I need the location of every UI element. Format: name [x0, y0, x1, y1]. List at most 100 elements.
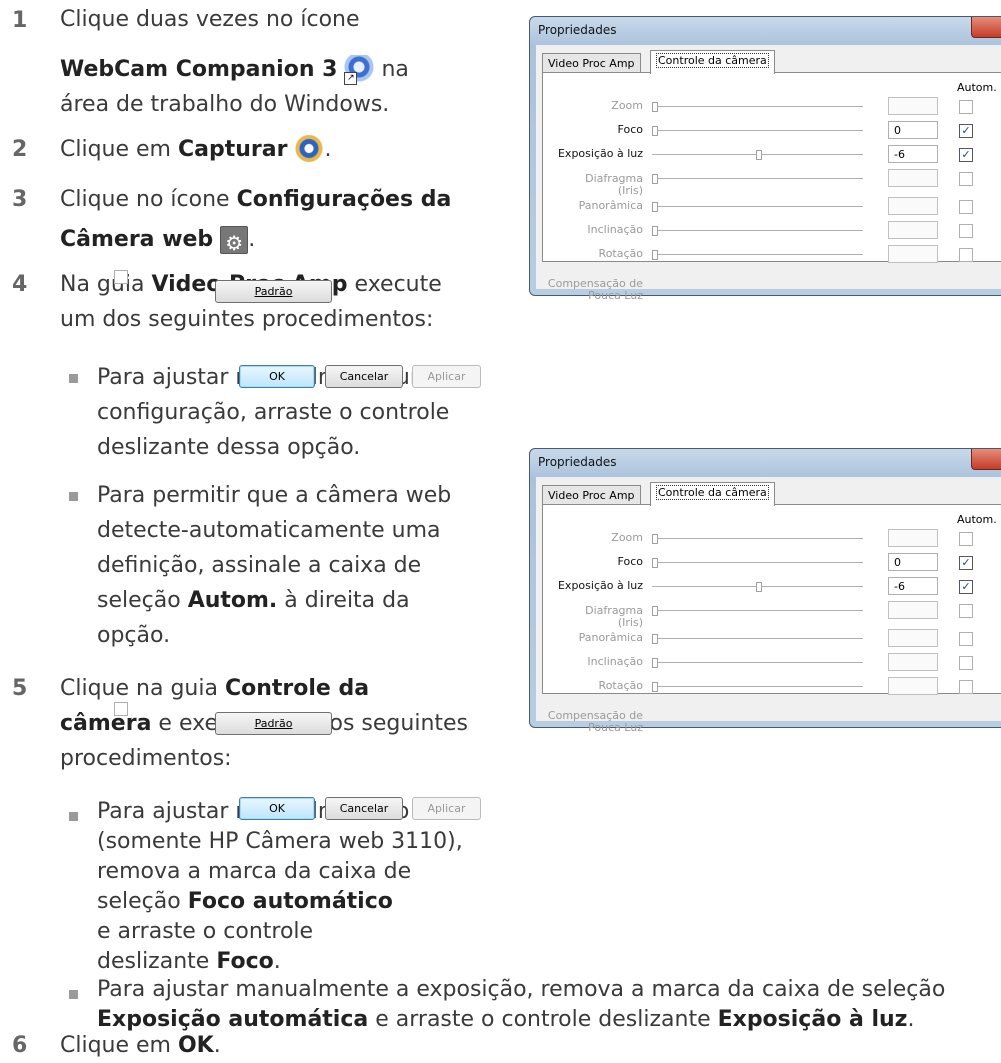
slider-thumb[interactable]	[652, 558, 658, 568]
slider[interactable]	[652, 582, 863, 592]
slider-thumb[interactable]	[652, 634, 658, 644]
row-label: Panorâmica	[578, 631, 643, 644]
value-field[interactable]: 0	[888, 121, 938, 139]
step-6-text: Clique em OK.	[60, 1028, 221, 1063]
slider-thumb[interactable]	[652, 126, 658, 136]
step-4-pre: Na guia	[60, 272, 152, 297]
value-field[interactable]	[888, 169, 938, 187]
slider[interactable]	[652, 534, 863, 544]
bullet-line: opção.	[97, 623, 171, 648]
bullet-line: seleção Foco automático	[97, 887, 463, 917]
slider[interactable]	[652, 682, 863, 692]
slider[interactable]	[652, 150, 863, 160]
slider-thumb[interactable]	[756, 582, 762, 592]
row-label: Panorâmica	[578, 199, 643, 212]
slider[interactable]	[652, 658, 863, 668]
value-field[interactable]: -6	[888, 145, 938, 163]
capture-icon	[294, 135, 325, 165]
ok-button[interactable]: OK	[239, 797, 315, 820]
slider-thumb[interactable]	[652, 202, 658, 212]
auto-checkbox[interactable]	[959, 680, 973, 694]
low-light-label: Compensação de Pouca Luz	[543, 278, 643, 302]
value-field[interactable]	[888, 653, 938, 671]
auto-checkbox[interactable]	[959, 604, 973, 618]
value-field[interactable]	[888, 221, 938, 239]
slider-thumb[interactable]	[652, 250, 658, 260]
tab-camera-control[interactable]: Controle da câmera	[650, 482, 775, 506]
slider[interactable]	[652, 558, 863, 568]
tab-video-proc-amp[interactable]: Video Proc Amp	[542, 485, 641, 506]
cancel-button[interactable]: Cancelar	[325, 365, 403, 388]
slider[interactable]	[652, 634, 863, 644]
step-6-bold: OK	[177, 1033, 214, 1058]
low-light-checkbox[interactable]	[114, 702, 128, 716]
auto-checkbox[interactable]	[959, 248, 973, 262]
slider-thumb[interactable]	[652, 534, 658, 544]
step-4-post: execute	[347, 272, 442, 297]
auto-checkbox[interactable]: ✓	[959, 148, 973, 162]
low-light-line: Pouca Luz	[588, 721, 643, 734]
auto-checkbox[interactable]	[959, 656, 973, 670]
properties-dialog: Propriedades Video Proc Amp Controle da câ…	[114, 16, 1001, 388]
bullet-text: seleção	[97, 588, 188, 613]
auto-checkbox[interactable]	[959, 532, 973, 546]
slider[interactable]	[652, 126, 863, 136]
slider[interactable]	[652, 202, 863, 212]
slider-thumb[interactable]	[652, 174, 658, 184]
step-1-bold: WebCam Companion 3	[60, 57, 338, 82]
value-field[interactable]	[888, 677, 938, 695]
row-label: Rotação	[598, 247, 643, 260]
slider[interactable]	[652, 226, 863, 236]
value-field[interactable]: -6	[888, 577, 938, 595]
row-label: Foco	[617, 123, 643, 136]
low-light-checkbox[interactable]	[114, 270, 128, 284]
default-button[interactable]: Padrão	[215, 712, 332, 735]
bullet-line: deslizante Foco.	[97, 947, 463, 977]
slider[interactable]	[652, 606, 863, 616]
auto-checkbox[interactable]	[959, 632, 973, 646]
bullet-text: .	[907, 1007, 915, 1032]
bullet-text: seleção	[97, 889, 188, 914]
row-label: Zoom	[611, 99, 643, 112]
slider-thumb[interactable]	[652, 102, 658, 112]
step-1-after-icon: na	[381, 57, 409, 82]
value-field[interactable]	[888, 197, 938, 215]
tab-panel: Autom. Zoom Foco 0 ✓ Exposição à luz -6 ✓ Diafra…	[542, 504, 1001, 734]
auto-checkbox[interactable]	[959, 172, 973, 186]
value-field[interactable]: 0	[888, 553, 938, 571]
dialog-body: Video Proc Amp Controle da câmera Autom. Zo…	[536, 45, 1001, 302]
slider[interactable]	[652, 250, 863, 260]
bullet-line: detecte-automaticamente uma	[97, 518, 441, 543]
close-icon[interactable]	[971, 17, 1001, 38]
bullet-line: Para permitir que a câmera web	[97, 483, 452, 508]
step-3-pre: Clique no ícone	[60, 187, 237, 212]
slider[interactable]	[652, 174, 863, 184]
slider-thumb[interactable]	[652, 606, 658, 616]
auto-checkbox[interactable]	[959, 224, 973, 238]
value-field[interactable]	[888, 629, 938, 647]
slider-thumb[interactable]	[756, 150, 762, 160]
slider[interactable]	[652, 102, 863, 112]
apply-button[interactable]: Aplicar	[412, 365, 481, 388]
slider-thumb[interactable]	[652, 226, 658, 236]
auto-checkbox[interactable]	[959, 200, 973, 214]
auto-checkbox[interactable]: ✓	[959, 580, 973, 594]
tab-camera-control[interactable]: Controle da câmera	[650, 50, 775, 74]
auto-checkbox[interactable]: ✓	[959, 124, 973, 138]
bullet-icon	[69, 374, 78, 383]
value-field[interactable]	[888, 245, 938, 263]
slider-thumb[interactable]	[652, 682, 658, 692]
value-field[interactable]	[888, 529, 938, 547]
slider-thumb[interactable]	[652, 658, 658, 668]
default-button[interactable]: Padrão	[215, 280, 332, 303]
tab-video-proc-amp[interactable]: Video Proc Amp	[542, 53, 641, 74]
step-5-text: Clique na guia Controle da	[60, 671, 369, 706]
value-field[interactable]	[888, 601, 938, 619]
apply-button[interactable]: Aplicar	[412, 797, 481, 820]
ok-button[interactable]: OK	[239, 365, 315, 388]
cancel-button[interactable]: Cancelar	[325, 797, 403, 820]
auto-checkbox[interactable]	[959, 100, 973, 114]
value-field[interactable]	[888, 97, 938, 115]
auto-checkbox[interactable]: ✓	[959, 556, 973, 570]
close-icon[interactable]	[971, 449, 1001, 470]
